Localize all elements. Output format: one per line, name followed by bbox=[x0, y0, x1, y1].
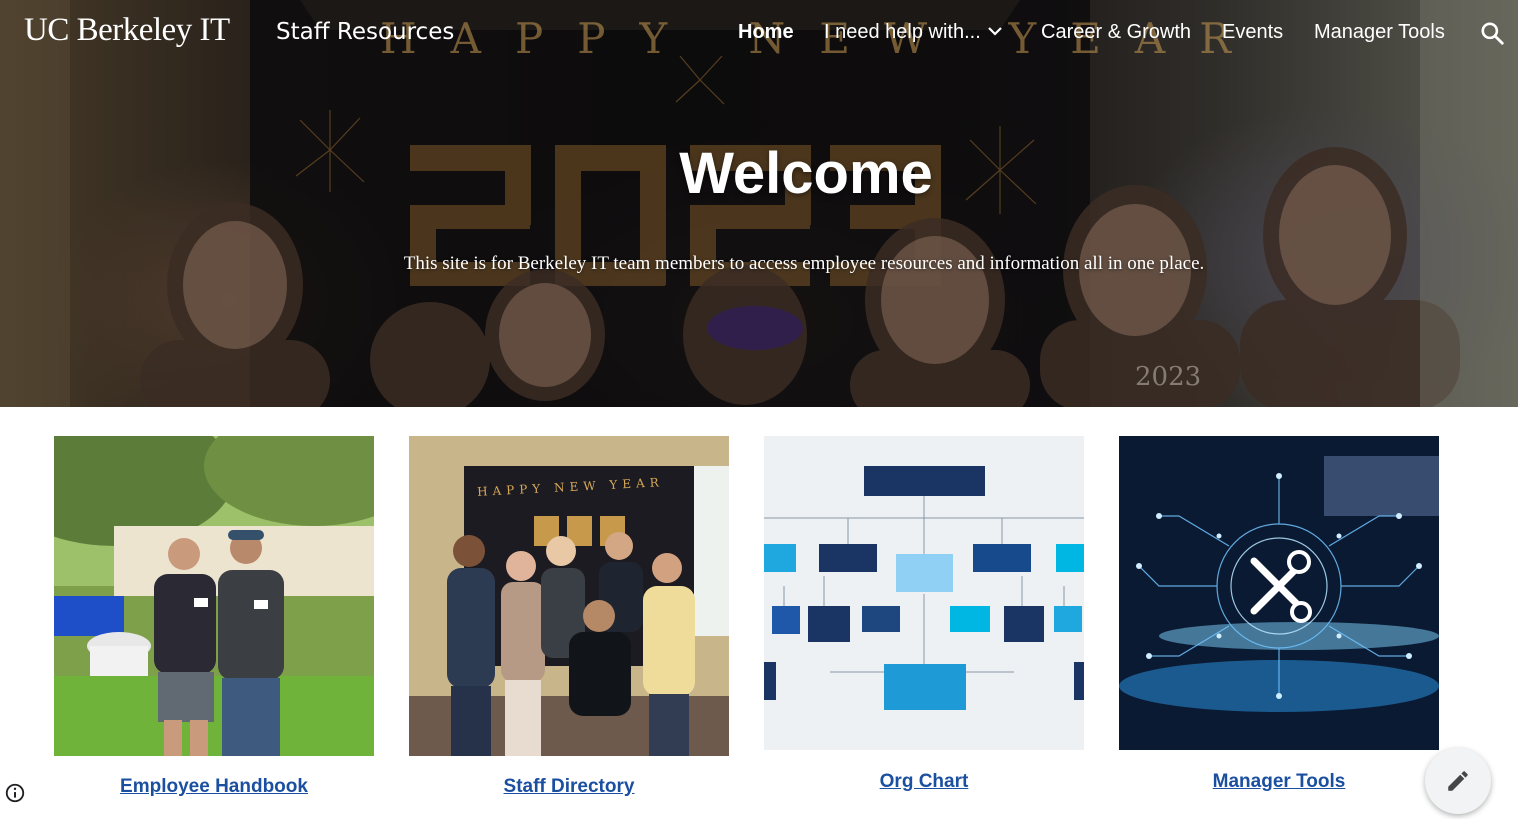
card-org-chart: Org Chart bbox=[764, 436, 1084, 792]
manager-tools-link[interactable]: Manager Tools bbox=[1119, 771, 1439, 793]
nav-events[interactable]: Events bbox=[1222, 21, 1283, 44]
org-chart-link[interactable]: Org Chart bbox=[764, 771, 1084, 793]
chevron-down-icon bbox=[988, 27, 1002, 36]
employee-handbook-link[interactable]: Employee Handbook bbox=[54, 776, 374, 798]
staff-directory-link[interactable]: Staff Directory bbox=[409, 776, 729, 798]
hero-year-text: 2023 bbox=[1135, 362, 1202, 392]
nav-i-need-help-with[interactable]: I need help with... bbox=[824, 21, 1003, 44]
nav-home[interactable]: Home bbox=[738, 21, 794, 44]
card-staff-directory: HAPPY NEW YEAR 2023 Staff Directory bbox=[409, 436, 729, 797]
manager-tools-image[interactable] bbox=[1119, 436, 1439, 750]
card-manager-tools: Manager Tools bbox=[1119, 436, 1439, 792]
nav-i-need-help-label: I need help with... bbox=[824, 21, 981, 43]
hero-banner: HAPPY NEW YEAR 2023 UC Berkeley IT Staff… bbox=[0, 0, 1518, 407]
pencil-icon bbox=[1448, 771, 1468, 791]
employee-handbook-image[interactable] bbox=[54, 436, 374, 756]
search-icon[interactable] bbox=[1479, 20, 1505, 46]
hero-subtitle: This site is for Berkeley IT team member… bbox=[403, 253, 1205, 274]
edit-button[interactable] bbox=[1425, 748, 1491, 814]
top-navigation-bar: UC Berkeley IT Staff Resources Home I ne… bbox=[0, 0, 1518, 66]
org-chart-image[interactable] bbox=[764, 436, 1084, 750]
page-title: Welcome bbox=[679, 141, 933, 206]
nav-manager-tools[interactable]: Manager Tools bbox=[1314, 21, 1445, 44]
info-icon[interactable] bbox=[4, 782, 26, 804]
card-employee-handbook: Employee Handbook bbox=[54, 436, 374, 797]
primary-nav: Home I need help with... Career & Growth… bbox=[0, 21, 1518, 47]
nav-career-growth[interactable]: Career & Growth bbox=[1041, 21, 1191, 44]
